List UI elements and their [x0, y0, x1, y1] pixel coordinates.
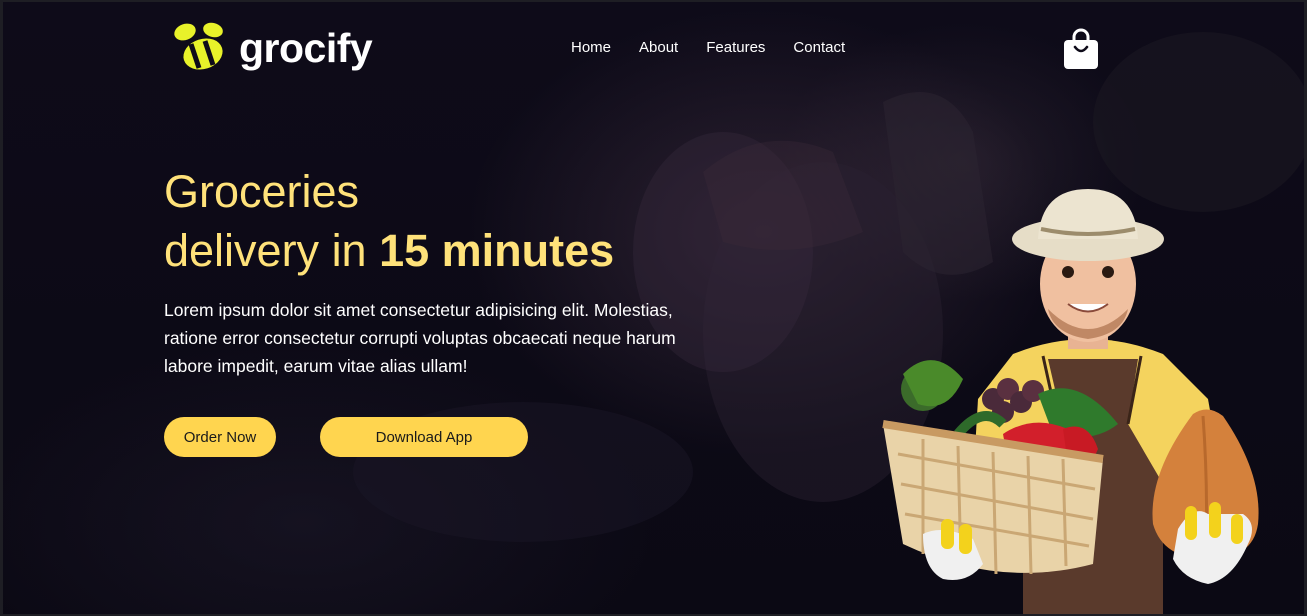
brand-name: grocify [239, 24, 373, 71]
farmer-illustration [882, 189, 1259, 614]
brand-logo[interactable]: grocify [171, 20, 373, 76]
shopping-bag-icon [1064, 28, 1098, 69]
order-now-button[interactable]: Order Now [164, 417, 276, 457]
page-frame: grocify Home About Features Contact Groc… [3, 2, 1304, 614]
nav-home[interactable]: Home [571, 38, 611, 58]
hero-title-line1: Groceries [164, 166, 360, 217]
hero-title-line2: delivery in [164, 225, 380, 276]
nav-contact[interactable]: Contact [793, 38, 845, 58]
nav-about[interactable]: About [639, 38, 678, 58]
download-app-button[interactable]: Download App [320, 417, 528, 457]
main-nav: Home About Features Contact [571, 38, 873, 58]
cart-button[interactable] [1063, 28, 1099, 75]
nav-features[interactable]: Features [706, 38, 765, 58]
hero-title: Groceries delivery in 15 minutes [164, 162, 614, 280]
bee-logo-icon [174, 22, 223, 70]
hero-title-emphasis: 15 minutes [379, 225, 615, 276]
hero-description: Lorem ipsum dolor sit amet consectetur a… [164, 300, 676, 376]
